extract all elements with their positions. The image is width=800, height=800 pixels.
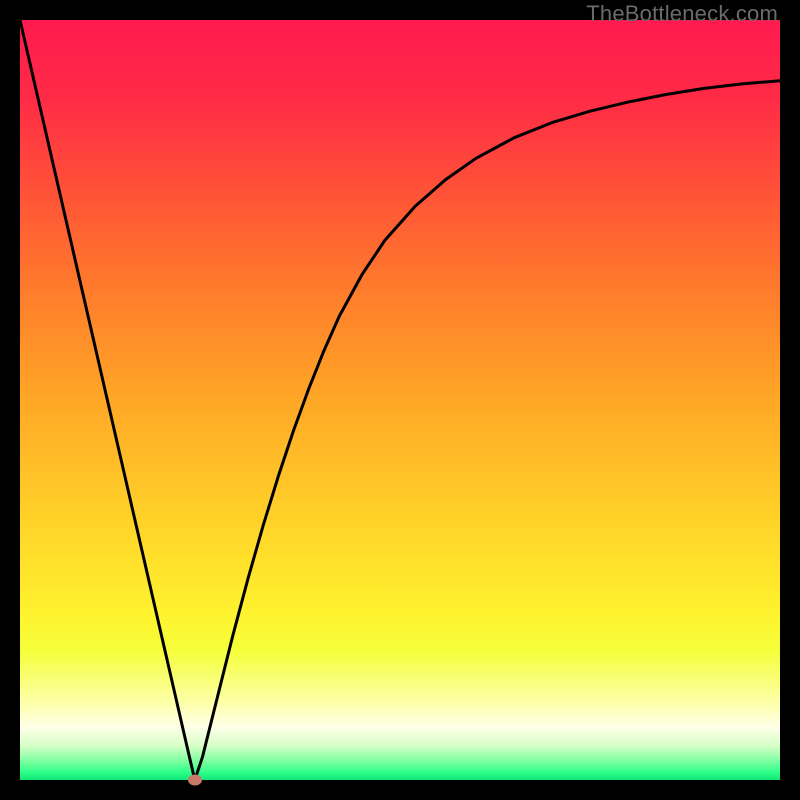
plot-frame (20, 20, 780, 780)
bottleneck-plot (20, 20, 780, 780)
gradient-background (20, 20, 780, 780)
